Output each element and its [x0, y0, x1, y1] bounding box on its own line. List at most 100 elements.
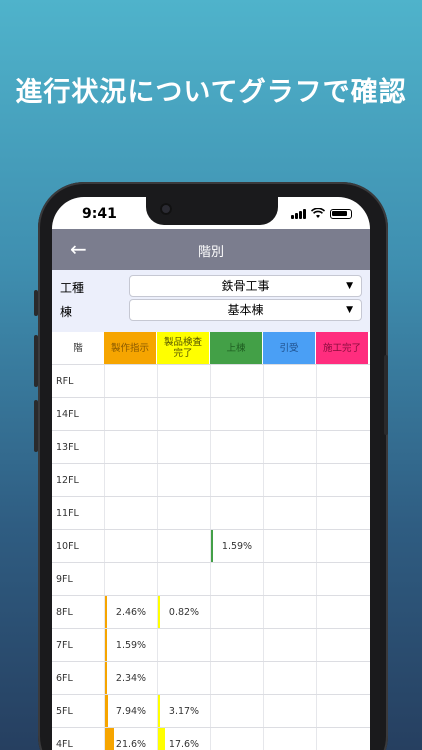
table-row: 13FL: [52, 431, 370, 464]
nav-bar: ← 階別: [52, 229, 370, 270]
camera-icon: [160, 203, 172, 215]
progress-cell[interactable]: [210, 695, 263, 727]
battery-icon: [330, 209, 352, 219]
progress-cell[interactable]: [316, 563, 369, 595]
progress-cell[interactable]: [210, 464, 263, 496]
floor-label: 14FL: [56, 409, 79, 420]
progress-cell[interactable]: [316, 728, 369, 750]
cellular-signal-icon: [291, 209, 306, 219]
progress-cell[interactable]: 1.59%: [210, 530, 263, 562]
progress-cell[interactable]: [316, 695, 369, 727]
progress-cell[interactable]: 17.6%: [157, 728, 210, 750]
progress-cell[interactable]: [210, 398, 263, 430]
filter-panel: 工種 鉄骨工事 ▼ 棟 基本棟 ▼: [52, 270, 370, 332]
trade-select[interactable]: 鉄骨工事 ▼: [129, 275, 362, 297]
floor-label: 8FL: [56, 607, 73, 618]
progress-cell[interactable]: [210, 662, 263, 694]
progress-cell[interactable]: [210, 629, 263, 661]
progress-cell[interactable]: [157, 365, 210, 397]
progress-cell[interactable]: [104, 464, 157, 496]
mute-switch: [34, 290, 38, 316]
progress-cell[interactable]: [210, 563, 263, 595]
table-row: 10FL 1.59%: [52, 530, 370, 563]
progress-cell[interactable]: [263, 398, 316, 430]
progress-cell[interactable]: [316, 497, 369, 529]
power-button: [384, 355, 388, 435]
progress-cell[interactable]: [157, 431, 210, 463]
table-row: RFL: [52, 365, 370, 398]
progress-cell[interactable]: [263, 431, 316, 463]
progress-cell[interactable]: [316, 530, 369, 562]
progress-cell[interactable]: [263, 497, 316, 529]
progress-cell[interactable]: [157, 464, 210, 496]
progress-cell[interactable]: [316, 398, 369, 430]
progress-percent: 1.59%: [115, 640, 147, 651]
progress-cell[interactable]: [157, 563, 210, 595]
trade-label: 工種: [60, 281, 85, 295]
building-select-value: 基本棟: [227, 303, 264, 317]
progress-cell[interactable]: [263, 728, 316, 750]
progress-percent: 21.6%: [115, 739, 147, 750]
progress-cell[interactable]: 1.59%: [104, 629, 157, 661]
progress-percent: 1.59%: [221, 541, 253, 552]
chevron-down-icon: ▼: [346, 281, 353, 291]
progress-cell[interactable]: [157, 662, 210, 694]
progress-cell[interactable]: 2.34%: [104, 662, 157, 694]
building-select[interactable]: 基本棟 ▼: [129, 299, 362, 321]
status-column-header[interactable]: 施工完了: [316, 332, 368, 364]
progress-cell[interactable]: [210, 596, 263, 628]
progress-cell[interactable]: [157, 530, 210, 562]
progress-cell[interactable]: [316, 662, 369, 694]
status-column-header[interactable]: 引受: [263, 332, 315, 364]
progress-cell[interactable]: [104, 497, 157, 529]
progress-cell[interactable]: [210, 431, 263, 463]
progress-percent: 2.34%: [115, 673, 147, 684]
table-row: 8FL 2.46% 0.82%: [52, 596, 370, 629]
progress-cell[interactable]: [316, 365, 369, 397]
status-column-header[interactable]: 製品検査 完了: [157, 332, 209, 364]
progress-table: 階 製作指示 製品検査 完了 上棟 引受 施工完了 RFL 14FL 13FL 12FL 11FL 1…: [52, 332, 370, 750]
progress-cell[interactable]: [263, 365, 316, 397]
progress-cell[interactable]: 0.82%: [157, 596, 210, 628]
progress-cell[interactable]: [104, 365, 157, 397]
progress-cell[interactable]: [157, 497, 210, 529]
progress-cell[interactable]: [104, 563, 157, 595]
progress-cell[interactable]: [316, 629, 369, 661]
table-row: 7FL 1.59%: [52, 629, 370, 662]
volume-down-button: [34, 400, 38, 452]
progress-cell[interactable]: [210, 365, 263, 397]
progress-cell[interactable]: [104, 530, 157, 562]
progress-cell[interactable]: [263, 695, 316, 727]
progress-cell[interactable]: [210, 728, 263, 750]
progress-cell[interactable]: 3.17%: [157, 695, 210, 727]
progress-cell[interactable]: [157, 629, 210, 661]
table-row: 12FL: [52, 464, 370, 497]
progress-cell[interactable]: [104, 431, 157, 463]
table-row: 5FL 7.94% 3.17%: [52, 695, 370, 728]
progress-cell[interactable]: 7.94%: [104, 695, 157, 727]
progress-cell[interactable]: [263, 563, 316, 595]
progress-cell[interactable]: [263, 464, 316, 496]
volume-up-button: [34, 335, 38, 387]
app-screen: 9:41 ← 階別 工種 鉄骨工事 ▼ 棟 基本棟 ▼ 階 製作指示 製品検査 …: [52, 197, 370, 750]
status-time: 9:41: [82, 206, 117, 222]
progress-cell[interactable]: [263, 596, 316, 628]
progress-cell[interactable]: [316, 596, 369, 628]
progress-cell[interactable]: [263, 662, 316, 694]
progress-cell[interactable]: [157, 398, 210, 430]
progress-cell[interactable]: [263, 629, 316, 661]
progress-cell[interactable]: [210, 497, 263, 529]
floor-label: 5FL: [56, 706, 73, 717]
progress-cell[interactable]: 2.46%: [104, 596, 157, 628]
trade-select-value: 鉄骨工事: [221, 279, 270, 293]
floor-column-header: 階: [73, 342, 83, 354]
table-row: 9FL: [52, 563, 370, 596]
progress-cell[interactable]: [104, 398, 157, 430]
progress-cell[interactable]: [263, 530, 316, 562]
status-column-header[interactable]: 上棟: [210, 332, 262, 364]
status-column-header[interactable]: 製作指示: [104, 332, 156, 364]
table-row: 6FL 2.34%: [52, 662, 370, 695]
progress-cell[interactable]: [316, 431, 369, 463]
progress-cell[interactable]: 21.6%: [104, 728, 157, 750]
progress-cell[interactable]: [316, 464, 369, 496]
